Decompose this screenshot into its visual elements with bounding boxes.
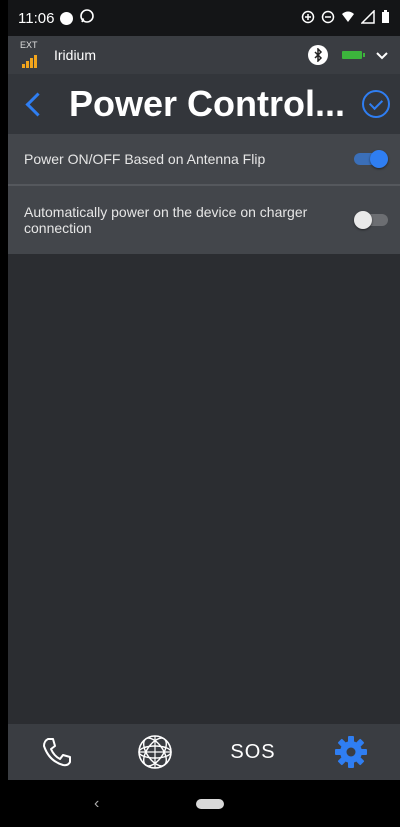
notification-dot-icon xyxy=(60,11,74,25)
signal-bars-icon xyxy=(22,55,37,68)
confirm-button[interactable] xyxy=(362,90,390,118)
tab-phone[interactable] xyxy=(27,724,87,780)
sos-label: SOS xyxy=(230,740,276,763)
app-screen: 11:06 EXT Iridium Power Control... Power… xyxy=(8,0,400,827)
signal-strength: EXT xyxy=(20,40,46,70)
back-chevron-icon xyxy=(24,91,50,117)
ext-label: EXT xyxy=(20,40,38,50)
network-name: Iridium xyxy=(54,47,97,63)
system-nav-bar: ‹ xyxy=(8,780,400,827)
chevron-down-icon[interactable] xyxy=(376,47,388,63)
setting-label: Automatically power on the device on cha… xyxy=(24,204,308,236)
gear-icon xyxy=(335,736,367,768)
data-saver-icon xyxy=(301,10,315,27)
setting-row-antenna-flip[interactable]: Power ON/OFF Based on Antenna Flip xyxy=(8,134,400,184)
phone-icon xyxy=(43,738,71,767)
title-bar: Power Control... xyxy=(8,74,400,134)
status-time: 11:06 xyxy=(18,9,55,27)
battery-icon xyxy=(381,9,390,27)
connection-bar[interactable]: EXT Iridium xyxy=(8,36,400,74)
setting-row-charger-power-on[interactable]: Automatically power on the device on cha… xyxy=(8,186,400,254)
globe-icon xyxy=(138,735,172,769)
nav-back-button[interactable]: ‹ xyxy=(94,795,99,813)
antenna-flip-toggle[interactable] xyxy=(354,150,388,168)
bottom-tab-bar: SOS xyxy=(8,724,400,780)
signal-icon xyxy=(360,8,375,27)
setting-label: Power ON/OFF Based on Antenna Flip xyxy=(24,151,266,167)
bluetooth-icon xyxy=(308,45,328,65)
tab-globe[interactable] xyxy=(125,724,185,780)
wifi-icon xyxy=(341,10,355,27)
battery-icon xyxy=(342,51,365,59)
back-button[interactable] xyxy=(8,74,58,134)
page-title: Power Control... xyxy=(68,83,345,124)
tab-sos[interactable]: SOS xyxy=(223,724,283,780)
status-bar: 11:06 xyxy=(8,0,400,36)
tab-settings[interactable] xyxy=(321,724,381,780)
check-circle-icon xyxy=(368,95,384,110)
nav-home-button[interactable] xyxy=(196,798,224,809)
do-not-disturb-icon xyxy=(321,10,335,27)
whatsapp-icon xyxy=(79,8,95,28)
charger-power-on-toggle[interactable] xyxy=(354,211,388,229)
